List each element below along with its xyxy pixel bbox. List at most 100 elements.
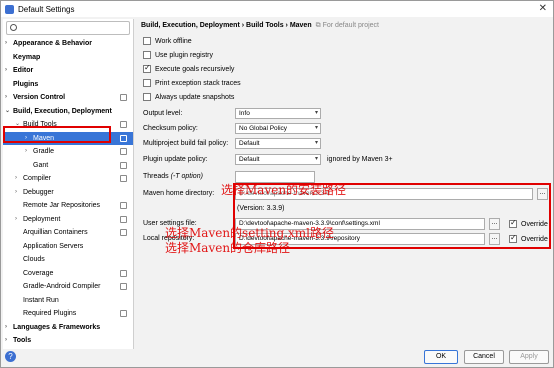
tree-item-instant-run[interactable]: Instant Run: [3, 294, 133, 308]
tree-item-required-plugins[interactable]: Required Plugins: [3, 307, 133, 321]
plugin-update-select[interactable]: Default ▾: [235, 154, 321, 165]
maven-home-label: Maven home directory:: [143, 190, 215, 197]
select-value: No Global Policy: [239, 125, 288, 132]
tree-item-coverage[interactable]: Coverage: [3, 267, 133, 281]
ok-button[interactable]: OK: [424, 350, 458, 364]
select-value: Info: [239, 110, 250, 117]
checkbox-box[interactable]: [143, 51, 151, 59]
tree-label: Tools: [13, 337, 32, 344]
output-level-select[interactable]: Info ▾: [235, 108, 321, 119]
tree-item-compiler[interactable]: › Compiler: [3, 172, 133, 186]
threads-text: Threads: [143, 173, 169, 180]
chevron-right-icon: ›: [15, 215, 17, 222]
threads-hint: (-T option): [170, 173, 203, 180]
project-scope-icon: [120, 269, 127, 277]
print-stack-traces-checkbox[interactable]: Print exception stack traces: [143, 77, 241, 89]
checkbox-label: Print exception stack traces: [155, 79, 241, 87]
checkbox-box[interactable]: [143, 63, 151, 73]
tree-label: Languages & Frameworks: [13, 323, 101, 331]
checksum-select[interactable]: No Global Policy ▾: [235, 123, 321, 134]
plugin-registry-checkbox[interactable]: Use plugin registry: [143, 49, 213, 61]
execute-recursively-checkbox[interactable]: Execute goals recursively: [143, 63, 234, 75]
search-input[interactable]: [6, 21, 130, 35]
tree-label: Plugins: [13, 80, 39, 88]
checkbox-box[interactable]: [143, 37, 151, 45]
project-scope-icon: [120, 161, 127, 169]
chevron-down-icon: ▾: [314, 110, 318, 116]
select-value: Default: [239, 156, 260, 163]
chevron-right-icon: ›: [5, 337, 7, 343]
tree-item-clouds[interactable]: Clouds: [3, 253, 133, 267]
chevron-down-icon: ▾: [314, 140, 318, 146]
tree-item-tools[interactable]: › Tools: [3, 334, 133, 348]
tree-item-gradle[interactable]: › Gradle: [3, 145, 133, 159]
tree-label: Required Plugins: [23, 310, 77, 317]
tree-label: Build, Execution, Deployment: [13, 107, 112, 115]
tree-item-languages[interactable]: › Languages & Frameworks: [3, 321, 133, 335]
settings-sidebar: › Appearance & Behavior Keymap › Editor Pl…: [3, 19, 134, 349]
app-icon: [5, 4, 14, 14]
tree-item-appearance[interactable]: › Appearance & Behavior: [3, 37, 133, 51]
chevron-down-icon: ⌄: [5, 107, 11, 114]
chevron-right-icon: ›: [15, 188, 17, 195]
search-icon: [10, 24, 17, 31]
tree-item-arquillian[interactable]: Arquillian Containers: [3, 226, 133, 240]
tree-item-version-control[interactable]: › Version Control: [3, 91, 133, 105]
checkbox-label: Always update snapshots: [155, 93, 235, 101]
close-icon[interactable]: ✕: [539, 3, 547, 14]
tree-label: Debugger: [23, 188, 54, 196]
tree-label: Editor: [13, 67, 34, 74]
project-scope-icon: [120, 202, 127, 209]
tree-label: Arquillian Containers: [23, 229, 88, 236]
project-scope-icon: [120, 229, 127, 236]
tree-item-remote-jar[interactable]: Remote Jar Repositories: [3, 199, 133, 213]
checkbox-label: Use plugin registry: [155, 51, 213, 59]
multiproject-select[interactable]: Default ▾: [235, 138, 321, 149]
tree-item-debugger[interactable]: › Debugger: [3, 186, 133, 200]
tree-label: Compiler: [23, 175, 52, 182]
work-offline-checkbox[interactable]: Work offline: [143, 35, 192, 47]
checkbox-box[interactable]: [143, 93, 151, 101]
help-icon[interactable]: ?: [5, 351, 16, 362]
annotation-repo: 选择Maven的仓库路径: [165, 241, 291, 255]
chevron-right-icon: ›: [15, 175, 17, 181]
checkbox-label: Execute goals recursively: [155, 65, 235, 73]
tree-item-app-servers[interactable]: Application Servers: [3, 240, 133, 254]
output-level-label: Output level:: [143, 110, 183, 117]
tree-item-gant[interactable]: Gant: [3, 159, 133, 173]
tree-label: Deployment: [23, 215, 61, 223]
update-snapshots-checkbox[interactable]: Always update snapshots: [143, 91, 234, 103]
select-value: Default: [239, 140, 260, 147]
tree-label: Remote Jar Repositories: [23, 202, 101, 209]
settings-window: Default Settings ✕ › Appearance & Behavio…: [0, 0, 554, 368]
chevron-right-icon: ›: [5, 94, 7, 100]
tree-item-gradle-android[interactable]: Gradle-Android Compiler: [3, 280, 133, 294]
chevron-right-icon: ›: [5, 323, 7, 330]
checkbox-label: Work offline: [155, 37, 192, 45]
settings-tree: › Appearance & Behavior Keymap › Editor Pl…: [3, 37, 133, 348]
chevron-right-icon: ›: [5, 67, 7, 73]
annotation-home: 选择Maven的安装路径: [221, 183, 347, 197]
tree-label: Instant Run: [23, 296, 59, 304]
chevron-down-icon: ▾: [314, 125, 318, 131]
cancel-button[interactable]: Cancel: [464, 350, 504, 364]
tree-item-keymap[interactable]: Keymap: [3, 51, 133, 65]
apply-button[interactable]: Apply: [509, 350, 549, 364]
tree-label: Gant: [33, 161, 49, 169]
tree-label: Keymap: [13, 53, 41, 61]
tree-label: Application Servers: [23, 242, 84, 250]
tree-item-build-execution[interactable]: ⌄ Build, Execution, Deployment: [3, 105, 133, 119]
threads-label: Threads (-T option): [143, 173, 203, 180]
breadcrumb: Build, Execution, Deployment › Build Too…: [141, 22, 379, 30]
plugin-update-label: Plugin update policy:: [143, 156, 208, 163]
chevron-down-icon: ▾: [314, 156, 318, 162]
project-scope-icon: [120, 94, 127, 101]
tree-label: Appearance & Behavior: [13, 40, 92, 47]
tree-item-deployment[interactable]: › Deployment: [3, 213, 133, 227]
checkbox-box[interactable]: [143, 79, 151, 87]
dialog-footer: ? OK Cancel Apply: [1, 349, 553, 367]
multiproject-label: Multiproject build fail policy:: [143, 140, 229, 147]
for-default-project: For default project: [322, 22, 379, 29]
tree-item-editor[interactable]: › Editor: [3, 64, 133, 78]
tree-item-plugins[interactable]: Plugins: [3, 78, 133, 92]
